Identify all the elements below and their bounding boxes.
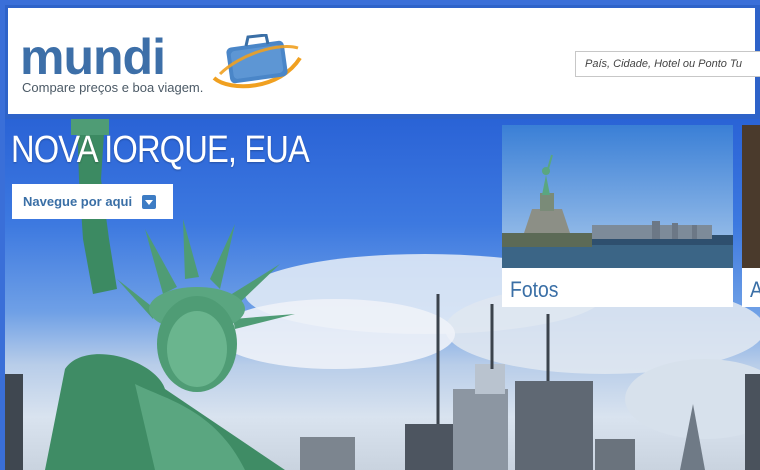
mundi-logo[interactable]: mundi Compare preços e boa viagem.	[20, 29, 310, 104]
logo-wordmark: mundi	[20, 29, 166, 85]
photos-card[interactable]: Fotos	[502, 125, 733, 307]
second-card-label: A	[750, 277, 760, 303]
second-card-thumbnail	[742, 125, 760, 268]
logo-tagline: Compare preços e boa viagem.	[22, 80, 204, 95]
second-card[interactable]: A	[742, 125, 760, 307]
destination-search-input[interactable]	[575, 51, 760, 77]
statue-of-liberty-thumbnail	[502, 125, 733, 268]
site-header: mundi Compare preços e boa viagem.	[8, 8, 760, 114]
navigate-here-label: Navegue por aqui	[23, 194, 133, 209]
photos-card-label: Fotos	[510, 277, 559, 302]
chevron-down-icon	[142, 194, 157, 209]
hero-banner: NOVA IORQUE, EUA Navegue por aqui Fotos	[5, 119, 760, 470]
city-title: NOVA IORQUE, EUA	[11, 129, 310, 171]
navigate-here-dropdown-button[interactable]: Navegue por aqui	[12, 184, 173, 219]
suitcase-icon	[212, 34, 302, 89]
